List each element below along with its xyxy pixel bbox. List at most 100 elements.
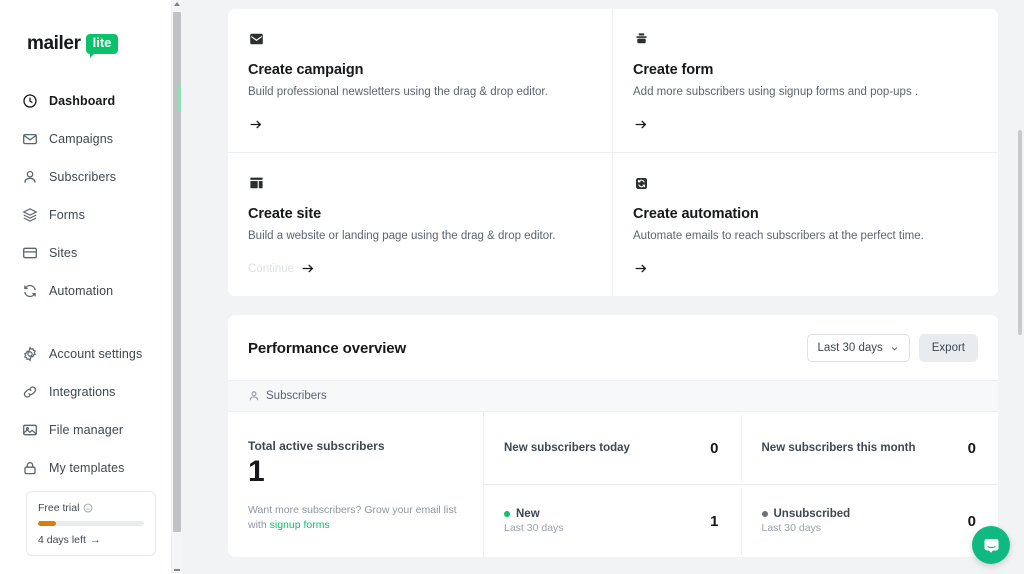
card-title: Create automation — [633, 206, 759, 223]
brand-name: mailer — [27, 33, 81, 54]
trial-label: Free trial — [38, 502, 80, 514]
status-dot-green-icon — [504, 511, 510, 518]
export-button[interactable]: Export — [918, 334, 978, 363]
card-description: Build a website or landing page using th… — [248, 230, 556, 243]
app-root: mailer lite Dashboard Campaigns Subscrib… — [0, 0, 1024, 574]
user-icon — [248, 390, 260, 402]
sidebar-item-forms[interactable]: Forms — [0, 196, 181, 234]
stat-new-subscribers-this-month: New subscribers this month 0 — [742, 415, 999, 482]
stat-period: Last 30 days — [504, 522, 564, 535]
sidebar-item-label: File manager — [49, 423, 124, 437]
date-range-select[interactable]: Last 30 days — [806, 334, 910, 363]
envelope-icon — [22, 131, 38, 147]
stat-label: Unsubscribed — [773, 508, 851, 521]
trial-progress-fill — [38, 521, 57, 526]
stat-value: 1 — [710, 512, 719, 530]
sidebar-item-account-settings[interactable]: Account settings — [0, 335, 181, 373]
trial-header: Free trial — [38, 502, 144, 514]
create-form-card[interactable]: Create form Add more subscribers using s… — [613, 9, 998, 154]
gear-icon — [22, 346, 38, 362]
signup-forms-link[interactable]: signup forms — [270, 519, 330, 531]
sidebar-item-campaigns[interactable]: Campaigns — [0, 120, 181, 158]
sidebar-item-label: Automation — [49, 284, 114, 298]
sidebar-nav: Dashboard Campaigns Subscribers Forms Si… — [0, 82, 181, 487]
card-action[interactable] — [633, 117, 974, 132]
stat-new: New Last 30 days 1 — [484, 487, 742, 555]
main-content: Create campaign Build professional newsl… — [181, 0, 1024, 574]
performance-overview-panel: Performance overview Last 30 days Export… — [228, 315, 998, 558]
grow-list-hint: Want more subscribers? Grow your email l… — [248, 503, 463, 533]
stat-unsubscribed-text: Unsubscribed Last 30 days — [761, 508, 851, 535]
arrow-right-icon — [633, 117, 648, 132]
stats-row-bottom: New Last 30 days 1 Unsubscribed Last 30 … — [484, 485, 998, 557]
subscribers-section-header: Subscribers — [228, 380, 998, 413]
stats-row-top: New subscribers today 0 New subscribers … — [484, 412, 999, 486]
sidebar-item-label: Account settings — [49, 347, 143, 361]
envelope-icon — [248, 31, 588, 49]
sidebar-item-label: My templates — [49, 461, 125, 475]
layers-icon — [22, 207, 38, 223]
performance-controls: Last 30 days Export — [806, 334, 978, 363]
stat-unsubscribed: Unsubscribed Last 30 days 0 — [742, 488, 999, 555]
sidebar-item-my-templates[interactable]: My templates — [0, 449, 181, 487]
create-site-card[interactable]: Create site Build a website or landing p… — [228, 153, 613, 297]
sidebar: mailer lite Dashboard Campaigns Subscrib… — [0, 0, 181, 574]
free-trial-card[interactable]: Free trial 4 days left → — [26, 491, 156, 556]
sidebar-item-subscribers[interactable]: Subscribers — [0, 158, 181, 196]
nav-divider-space — [0, 310, 181, 335]
create-campaign-card[interactable]: Create campaign Build professional newsl… — [228, 9, 613, 154]
card-action[interactable]: Continue — [248, 261, 588, 276]
card-description: Add more subscribers using signup forms … — [633, 86, 919, 98]
lock-icon — [22, 460, 38, 476]
sidebar-item-integrations[interactable]: Integrations — [0, 373, 181, 411]
stat-value: 0 — [967, 439, 976, 457]
create-automation-card[interactable]: Create automation Automate emails to rea… — [613, 153, 998, 296]
sidebar-item-label: Integrations — [49, 385, 116, 399]
promo-cards-grid: Create campaign Build professional newsl… — [228, 9, 998, 297]
arrow-right-icon: → — [89, 534, 101, 546]
card-action[interactable] — [633, 261, 974, 276]
clock-icon — [22, 93, 38, 109]
stat-value: 0 — [967, 512, 976, 530]
total-subscribers-value: 1 — [248, 455, 265, 489]
card-action[interactable] — [248, 117, 588, 132]
automation-icon — [633, 175, 974, 193]
date-range-value: Last 30 days — [817, 342, 883, 355]
stat-period: Last 30 days — [761, 522, 822, 535]
stat-new-subscribers-today: New subscribers today 0 — [484, 414, 742, 482]
form-icon — [633, 31, 974, 49]
brand-badge: lite — [85, 34, 119, 59]
sidebar-item-dashboard[interactable]: Dashboard — [0, 82, 181, 120]
page-title: Performance overview — [248, 339, 407, 357]
stat-label: New — [516, 508, 540, 521]
chevron-down-icon — [890, 344, 899, 353]
card-title: Create form — [633, 62, 714, 78]
stat-value: 0 — [710, 439, 719, 457]
continue-label: Continue — [248, 262, 295, 275]
stat-unsubscribed-heading: Unsubscribed — [761, 508, 851, 521]
sidebar-item-label: Campaigns — [49, 132, 114, 146]
brand-logo[interactable]: mailer lite — [0, 0, 181, 62]
sidebar-item-sites[interactable]: Sites — [0, 234, 181, 272]
image-icon — [22, 422, 38, 438]
stats-region: Total active subscribers 1 Want more sub… — [228, 412, 998, 558]
total-subscribers-label: Total active subscribers — [248, 439, 385, 454]
info-icon[interactable] — [83, 503, 93, 513]
stat-new-text: New Last 30 days — [504, 508, 564, 534]
scroll-up-arrow-icon[interactable] — [174, 2, 180, 6]
page-scrollbar-thumb[interactable] — [1018, 130, 1022, 335]
arrow-right-icon — [300, 261, 315, 276]
sidebar-item-automation[interactable]: Automation — [0, 272, 181, 310]
active-nav-indicator — [178, 85, 181, 112]
scroll-down-arrow-icon[interactable] — [174, 569, 180, 571]
total-subscribers-block: Total active subscribers 1 Want more sub… — [228, 412, 484, 558]
stats-grid: New subscribers today 0 New subscribers … — [484, 412, 998, 557]
layout-icon — [248, 175, 588, 193]
window-icon — [22, 245, 38, 261]
page-scrollbar[interactable] — [1016, 0, 1024, 574]
sidebar-item-file-manager[interactable]: File manager — [0, 411, 181, 449]
trial-days-left[interactable]: 4 days left → — [38, 534, 144, 546]
chat-widget-button[interactable] — [972, 526, 1010, 564]
section-label: Subscribers — [266, 390, 327, 403]
refresh-icon — [22, 283, 38, 299]
